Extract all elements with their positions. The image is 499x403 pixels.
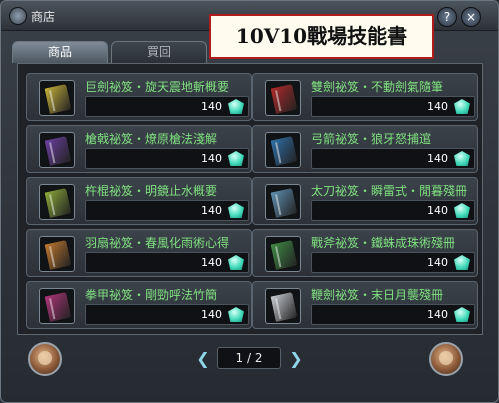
shop-item[interactable]: 雙劍祕笈・不動劍氣隨筆 140 — [252, 73, 478, 121]
item-price: 140 — [201, 204, 222, 217]
gem-icon — [454, 255, 470, 270]
close-button[interactable]: × — [461, 7, 481, 27]
gem-icon — [228, 203, 244, 218]
skill-book-icon — [269, 186, 299, 220]
gem-icon — [228, 307, 244, 322]
shop-item[interactable]: 槍戟祕笈・燎原槍法淺解 140 — [26, 125, 252, 173]
item-price-box: 140 — [85, 148, 249, 169]
window-emblem-icon — [9, 7, 27, 25]
item-name: 槍戟祕笈・燎原槍法淺解 — [85, 132, 218, 146]
skill-book-icon — [269, 238, 299, 272]
item-price: 140 — [201, 152, 222, 165]
item-name: 太刀祕笈・瞬雷式・閒暮殘冊 — [311, 184, 468, 198]
item-price-box: 140 — [85, 96, 249, 117]
item-price-box: 140 — [311, 252, 475, 273]
item-price: 140 — [201, 308, 222, 321]
gem-icon — [454, 151, 470, 166]
item-price-box: 140 — [85, 304, 249, 325]
item-name: 杵棍祕笈・明鏡止水概要 — [85, 184, 218, 198]
merchant-portrait-button-right[interactable] — [429, 342, 463, 376]
item-icon-slot[interactable] — [265, 288, 301, 324]
page-indicator: 1 / 2 — [217, 347, 281, 369]
item-price-box: 140 — [85, 200, 249, 221]
shop-item[interactable]: 巨劍祕笈・旋天震地斬概要 140 — [26, 73, 252, 121]
item-icon-slot[interactable] — [265, 80, 301, 116]
item-price-box: 140 — [311, 148, 475, 169]
shop-item[interactable]: 弓箭祕笈・狼牙怒捕逭 140 — [252, 125, 478, 173]
item-price-box: 140 — [311, 304, 475, 325]
skill-book-icon — [43, 186, 73, 220]
window-title: 商店 — [31, 10, 56, 24]
prev-page-icon[interactable]: ❮ — [194, 350, 212, 368]
tab-buyback[interactable]: 買回 — [111, 41, 207, 63]
item-icon-slot[interactable] — [39, 80, 75, 116]
item-name: 戰斧祕笈・鐵蛛成珠術殘冊 — [311, 236, 456, 250]
shop-item[interactable]: 羽扇祕笈・春風化雨術心得 140 — [26, 229, 252, 277]
item-price-box: 140 — [85, 252, 249, 273]
item-price-box: 140 — [311, 96, 475, 117]
gem-icon — [228, 255, 244, 270]
shop-item[interactable]: 鞭劍祕笈・末日月襲殘冊 140 — [252, 281, 478, 329]
item-name: 鞭劍祕笈・末日月襲殘冊 — [311, 288, 444, 302]
item-icon-slot[interactable] — [39, 236, 75, 272]
annotation-banner: 10V10戰場技能書 — [209, 14, 434, 59]
shop-window: 商店 ? × 10V10戰場技能書 商品 買回 巨劍祕笈・旋天震地斬概要 140 雙… — [0, 0, 499, 403]
item-price: 140 — [427, 256, 448, 269]
next-page-icon[interactable]: ❯ — [287, 350, 305, 368]
item-icon-slot[interactable] — [39, 184, 75, 220]
item-name: 巨劍祕笈・旋天震地斬概要 — [85, 80, 230, 94]
item-price: 140 — [427, 152, 448, 165]
item-name: 弓箭祕笈・狼牙怒捕逭 — [311, 132, 432, 146]
gem-icon — [454, 307, 470, 322]
shop-item[interactable]: 拳甲祕笈・剛勁呼法竹簡 140 — [26, 281, 252, 329]
skill-book-icon — [43, 238, 73, 272]
tab-goods[interactable]: 商品 — [12, 41, 108, 63]
gem-icon — [454, 99, 470, 114]
item-price: 140 — [201, 256, 222, 269]
gem-icon — [454, 203, 470, 218]
item-icon-slot[interactable] — [265, 236, 301, 272]
item-price: 140 — [427, 100, 448, 113]
help-button[interactable]: ? — [437, 7, 457, 27]
skill-book-icon — [269, 290, 299, 324]
shop-item[interactable]: 太刀祕笈・瞬雷式・閒暮殘冊 140 — [252, 177, 478, 225]
item-price: 140 — [427, 204, 448, 217]
item-icon-slot[interactable] — [39, 132, 75, 168]
gem-icon — [228, 99, 244, 114]
item-name: 雙劍祕笈・不動劍氣隨筆 — [311, 80, 444, 94]
skill-book-icon — [43, 134, 73, 168]
skill-book-icon — [269, 134, 299, 168]
item-name: 羽扇祕笈・春風化雨術心得 — [85, 236, 230, 250]
merchant-portrait-button-left[interactable] — [28, 342, 62, 376]
shop-item[interactable]: 戰斧祕笈・鐵蛛成珠術殘冊 140 — [252, 229, 478, 277]
item-name: 拳甲祕笈・剛勁呼法竹簡 — [85, 288, 218, 302]
item-price: 140 — [201, 100, 222, 113]
skill-book-icon — [269, 82, 299, 116]
skill-book-icon — [43, 82, 73, 116]
gem-icon — [228, 151, 244, 166]
item-price: 140 — [427, 308, 448, 321]
item-icon-slot[interactable] — [39, 288, 75, 324]
item-icon-slot[interactable] — [265, 132, 301, 168]
skill-book-icon — [43, 290, 73, 324]
shop-item[interactable]: 杵棍祕笈・明鏡止水概要 140 — [26, 177, 252, 225]
item-icon-slot[interactable] — [265, 184, 301, 220]
item-price-box: 140 — [311, 200, 475, 221]
